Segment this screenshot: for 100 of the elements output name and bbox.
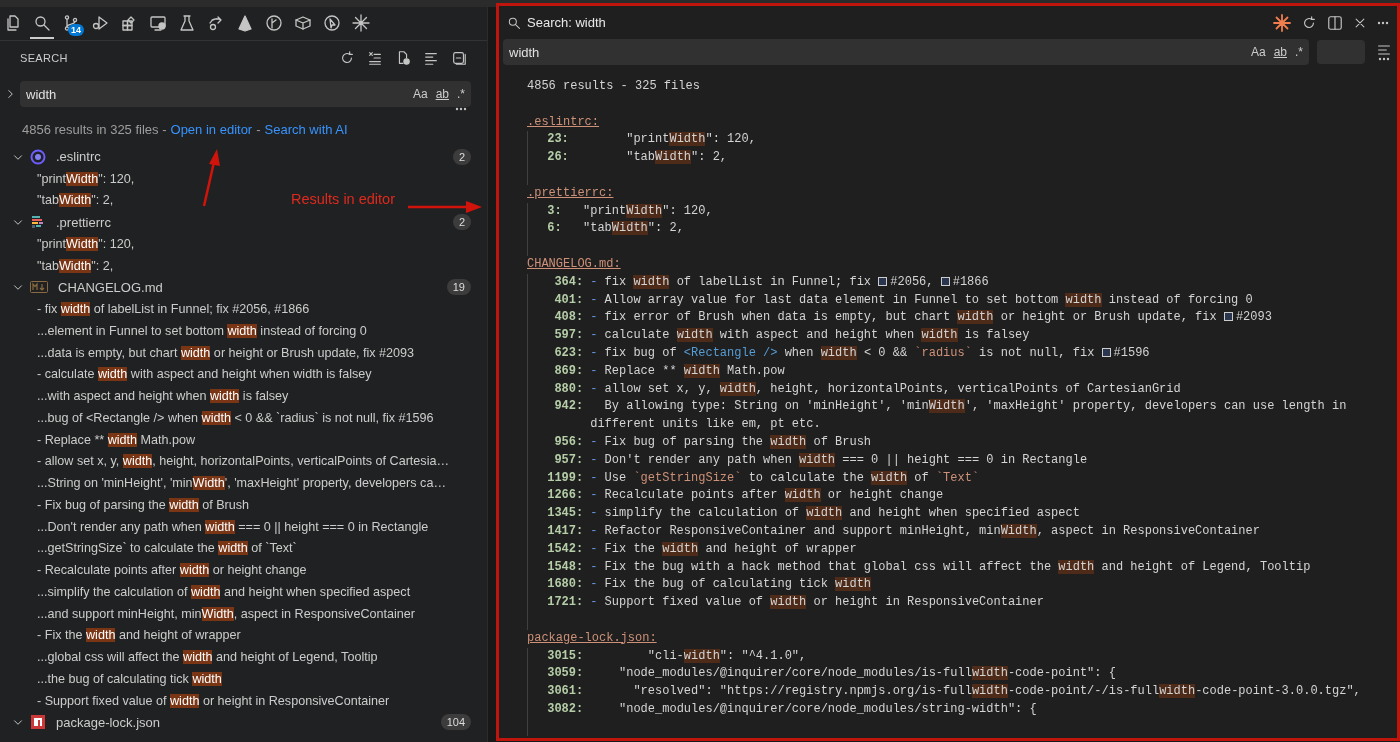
match-line[interactable]: "printWidth": 120, [37,236,135,251]
search-field[interactable]: width Aa ab .* [20,81,471,107]
code-line[interactable]: - fix bug of <Rectangle /> when width < 0 && `radius` is not null, fix #1596 [590,344,1389,363]
line-number: 364: [553,273,584,291]
toggle-option[interactable]: ab [1273,45,1287,59]
link[interactable]: Search with AI [264,121,348,137]
more-icon[interactable] [1377,20,1389,25]
file-link[interactable]: .prettierrc: [527,184,614,203]
code-line[interactable]: "cli-width": "^4.1.0", [590,647,1389,666]
match-line[interactable]: "tabWidth": 2, [37,193,114,208]
match-line[interactable]: ...String on 'minHeight', 'minWidth', 'maxHeight' property, developers ca… [37,476,446,491]
toggle-option[interactable]: ab [435,87,449,101]
line-number: 3082: [546,700,584,718]
line-number: 3: [546,202,562,220]
code-line[interactable]: - Fix the width and height of wrapper [590,540,1389,559]
issue-link[interactable]: #2093 [1235,310,1272,325]
match-line[interactable]: ...Don't render any path when width === 0 || height === 0 in Rectangle [37,519,429,534]
issue-link[interactable]: #1866 [952,274,989,289]
issue-link[interactable]: #1596 [1113,345,1150,360]
match-line[interactable]: - Recalculate points after width or height change [37,563,307,578]
panel-title: SEARCH [20,52,69,64]
line-number: 869: [553,362,584,380]
code-line[interactable]: "printWidth": 120, [575,131,1389,150]
more-icon[interactable] [455,107,467,111]
match-line[interactable]: - allow set x, y, width, height, horizontalPoints, verticalPoints of Cartesia… [37,454,450,469]
annotation-label: Results in editor [291,191,395,207]
match-line[interactable]: ...element in Funnel to set bottom width instead of forcing 0 [37,323,367,338]
match-line[interactable]: ...simplify the calculation of width and height when specified aspect [37,584,411,599]
match-line[interactable]: - Fix bug of parsing the width of Brush [37,497,250,512]
code-line[interactable]: - calculate width with aspect and height when width is falsey [590,327,1389,345]
file-result[interactable]: package-lock.json 104 [0,711,487,734]
code-line[interactable]: "printWidth": 120, [568,202,1389,221]
file-result[interactable]: .prettierrc 2 [0,211,487,233]
match-line[interactable]: ...global css will affect the width and height of Legend, Tooltip [37,650,378,665]
code-line[interactable]: - Allow array value for last data element in Funnel to set bottom width instead of forcing 0 [590,291,1389,310]
code-line[interactable]: "tabWidth": 2, [575,149,1389,167]
results-summary: 4856 results - 325 files [527,78,701,95]
line-number: 942: [553,398,584,416]
more-icon[interactable] [1378,57,1390,61]
code-line[interactable]: - fix width of labelList in Funnel; fix #2056, #1866 [590,273,1389,292]
match-line[interactable]: - calculate width with aspect and height when width is falsey [37,367,372,382]
match-line[interactable]: "tabWidth": 2, [37,258,114,273]
code-line[interactable]: - Don't render any path when width === 0 || height === 0 in Rectangle [590,451,1389,470]
code-line[interactable]: "node_modules/@inquirer/core/node_modules/is-fullwidth-code-point": { [590,665,1389,684]
file-link[interactable]: .eslintrc: [527,113,599,132]
file-link[interactable]: CHANGELOG.md: [527,255,621,274]
match-line[interactable]: - fix width of labelList in Funnel; fix #2056, #1866 [37,302,310,317]
match-line[interactable]: ...getStringSize` to calculate the width of `Text` [37,541,297,556]
sparkle-icon[interactable] [1273,13,1291,32]
code-line[interactable]: "resolved": "https://registry.npmjs.org/is-fullwidth-code-point/-/is-fullwidth-code-point-3.0.0.tgz", [590,683,1389,701]
match-line[interactable]: - Replace ** width Math.pow [37,432,196,447]
collapse-all-icon [451,50,467,66]
editor-tab-title[interactable]: Search: width [527,15,1267,30]
match-line[interactable]: ...the bug of calculating tick width [37,671,222,686]
issue-icon [940,276,950,286]
match-line[interactable]: ...bug of <Rectangle /> when width < 0 && `radius` is not null, fix #1596 [37,410,434,425]
count-badge: 2 [452,148,471,165]
results-summary: - [256,121,261,137]
code-line[interactable]: "tabWidth": 2, [568,220,1389,239]
line-number: 880: [553,380,584,398]
code-line[interactable]: "node_modules/@inquirer/core/node_modules/string-width": { [590,700,1389,719]
search-field[interactable]: width Aa ab .* [503,39,1309,65]
match-line[interactable]: ...and support minHeight, minWidth, aspect in ResponsiveContainer [37,606,415,621]
line-number: 3015: [546,647,584,665]
sparkle-icon [352,13,370,32]
line-number: 1721: [546,594,584,612]
code-line[interactable]: - simplify the calculation of width and height when specified aspect [590,505,1389,523]
match-line[interactable]: ...with aspect and height when width is falsey [37,389,289,404]
code-line[interactable]: - Support fixed value of width or height in ResponsiveContainer [590,594,1389,612]
line-number: 3061: [546,683,584,701]
prism-icon [236,13,254,32]
code-line[interactable]: - Refactor ResponsiveContainer and support minHeight, minWidth, aspect in ResponsiveContainer [590,522,1389,541]
match-line[interactable]: "printWidth": 120, [37,171,135,186]
toggle-option[interactable]: Aa [412,87,428,101]
link[interactable]: Open in editor [170,121,253,137]
code-line[interactable]: - Fix the bug with a hack method that global css will affect the width and height of Legend, Tooltip [590,558,1389,577]
issue-link[interactable]: #2056 [890,274,927,289]
file-link[interactable]: package-lock.json: [527,629,657,648]
toggle-option[interactable]: .* [1295,45,1303,59]
file-type-icon [30,148,46,165]
count-badge: 14 [68,23,84,36]
line-number: 408: [553,309,584,327]
toggle-option[interactable]: .* [457,87,465,101]
flask-icon [178,13,196,32]
code-line[interactable]: - fix error of Brush when data is empty, but chart width or height or Brush update, fix #2093 [590,309,1389,328]
code-line[interactable]: By allowing type: String on 'minHeight', 'minWidth', 'maxHeight' property, developers can use length in different units like em, pt etc. [590,398,1389,434]
code-line[interactable]: - Use `getStringSize` to calculate the width of `Text` [590,469,1389,488]
code-line[interactable]: - Fix the bug of calculating tick width [590,576,1389,595]
activity-bar-item[interactable]: 14 [59,8,83,39]
monitor-icon [149,13,167,32]
match-line[interactable]: - Support fixed value of width or height in ResponsiveContainer [37,693,390,708]
line-number: 957: [553,451,584,469]
file-result[interactable]: CHANGELOG.md 19 [0,276,487,299]
match-line[interactable]: ...data is empty, but chart width or height or Brush update, fix #2093 [37,345,415,360]
code-line[interactable]: - Recalculate points after width or height change [590,487,1389,506]
code-line[interactable]: - Fix bug of parsing the width of Brush [590,433,1389,452]
match-line[interactable]: - Fix the width and height of wrapper [37,628,241,643]
code-line[interactable]: - allow set x, y, width, height, horizontalPoints, verticalPoints of CartesianGrid [590,380,1389,399]
toggle-option[interactable]: Aa [1250,45,1266,59]
code-line[interactable]: - Replace ** width Math.pow [590,362,1389,381]
